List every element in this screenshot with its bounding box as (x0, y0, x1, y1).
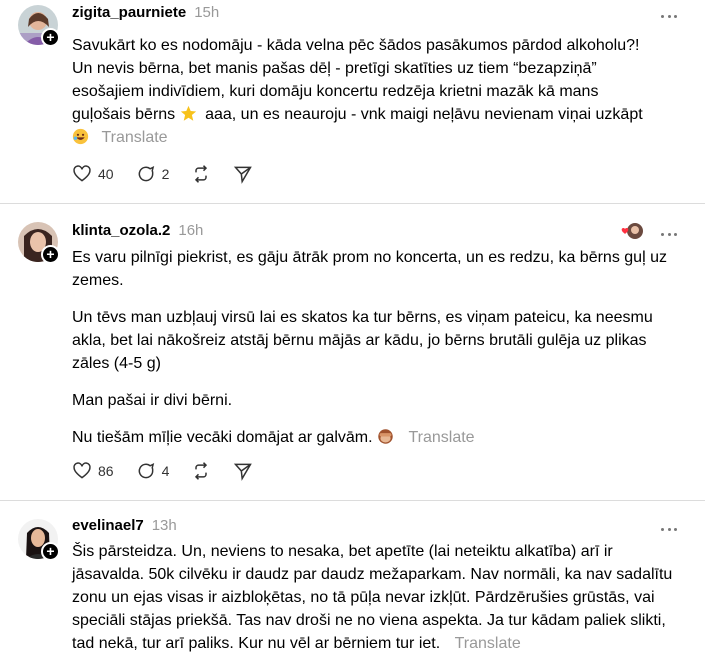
paragraph: Man pašai ir divi bērni. (72, 392, 233, 409)
comment-icon (138, 165, 154, 182)
post-text: Savukārt ko es nodomāju - kāda velna pēc… (72, 34, 682, 149)
timestamp[interactable]: 15h (194, 4, 219, 21)
text-line: guļošais bērns aaa, un es neauroju - vnk… (72, 105, 643, 123)
heart-icon (73, 165, 91, 182)
text-line: esošajiem indivīdiem, kuri domāju koncer… (72, 83, 599, 100)
paragraph: Nu tiešām mīļie vecāki domājat ar galvām… (72, 429, 475, 446)
translate-link[interactable]: Translate (101, 129, 167, 146)
post-2: + klinta_ozola.2 16h Es varu pilnīgi pie… (0, 204, 705, 500)
rofl-emoji-icon (72, 128, 89, 145)
send-icon (234, 166, 253, 184)
text-line: Translate (72, 126, 682, 149)
more-dots-icon[interactable] (661, 521, 677, 537)
text-line: Savukārt ko es nodomāju - kāda velna pēc… (72, 37, 640, 54)
post-header: zigita_paurniete 15h (72, 4, 219, 26)
follow-plus-icon[interactable]: + (41, 245, 60, 264)
translate-link[interactable]: Translate (408, 429, 474, 446)
post-3: + evelinael7 13h Šis pārsteidza. Un, nev… (0, 501, 705, 661)
username[interactable]: klinta_ozola.2 (72, 222, 170, 239)
reply-count: 4 (161, 463, 170, 479)
reply-button[interactable]: 4 (136, 461, 170, 481)
username[interactable]: evelinael7 (72, 517, 144, 534)
timestamp[interactable]: 13h (152, 517, 177, 534)
paragraph: Es varu pilnīgi piekrist, es gāju ātrāk … (72, 249, 667, 289)
action-bar: 40 2 (72, 163, 275, 185)
avatar-zigita[interactable]: + (18, 5, 60, 47)
like-button[interactable]: 40 (72, 164, 114, 184)
repost-button[interactable] (191, 164, 211, 184)
repost-icon (195, 462, 208, 480)
share-button[interactable] (233, 164, 253, 184)
post-text: Šis pārsteidza. Un, neviens to nesaka, b… (72, 540, 682, 661)
more-dots-icon[interactable] (661, 8, 677, 24)
like-button[interactable]: 86 (72, 461, 114, 481)
avatar-klinta[interactable]: + (18, 222, 60, 264)
follow-plus-icon[interactable]: + (41, 542, 60, 561)
timestamp[interactable]: 16h (178, 222, 203, 239)
text-line: Un nevis bērna, bet manis pašas dēļ - pr… (72, 60, 597, 77)
follow-plus-icon[interactable]: + (41, 28, 60, 47)
reply-count: 2 (161, 166, 170, 182)
star-emoji-icon (180, 105, 196, 121)
paragraph: Un tēvs man uzbļauj virsū lai es skatos … (72, 309, 653, 372)
repost-icon (195, 165, 208, 183)
avatar-evelina[interactable]: + (18, 519, 60, 561)
like-count: 86 (98, 463, 114, 479)
post-1: + zigita_paurniete 15h Savukārt ko es no… (0, 0, 705, 203)
heart-icon (73, 462, 91, 479)
like-count: 40 (98, 166, 114, 182)
see-no-evil-monkey-emoji-icon (378, 429, 393, 444)
post-text: Es varu pilnīgi piekrist, es gāju ātrāk … (72, 246, 682, 463)
comment-icon (138, 462, 154, 479)
translate-link[interactable]: Translate (455, 635, 521, 652)
repost-button[interactable] (191, 461, 211, 481)
post-header: klinta_ozola.2 16h (72, 222, 203, 244)
author-liked-avatar (621, 222, 645, 240)
send-icon (234, 463, 253, 481)
more-dots-icon[interactable] (661, 226, 677, 242)
paragraph: Šis pārsteidza. Un, neviens to nesaka, b… (72, 543, 673, 652)
action-bar: 86 4 (72, 460, 275, 482)
post-header: evelinael7 13h (72, 517, 177, 539)
share-button[interactable] (233, 461, 253, 481)
reply-button[interactable]: 2 (136, 164, 170, 184)
username[interactable]: zigita_paurniete (72, 4, 186, 21)
